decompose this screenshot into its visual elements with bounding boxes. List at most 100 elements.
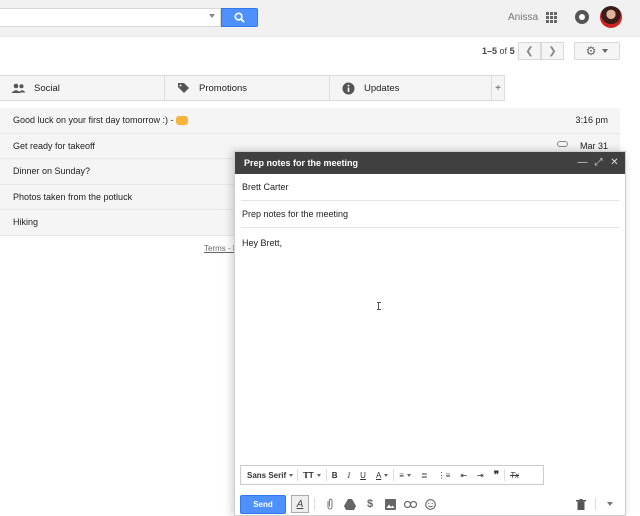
numbered-list-button[interactable]: ≣ — [416, 466, 433, 484]
text-color-icon: A — [375, 470, 382, 480]
emoji-icon[interactable] — [420, 494, 440, 514]
more-options-button[interactable] — [600, 494, 620, 514]
indent-less-icon: ⇤ — [460, 470, 468, 480]
chevron-right-icon: ❯ — [548, 45, 557, 57]
avatar[interactable] — [600, 6, 622, 28]
bulleted-list-icon: ⋮≡ — [437, 470, 451, 480]
email-subject: Dinner on Sunday? — [13, 166, 91, 177]
search-input[interactable] — [0, 8, 221, 27]
underline-button[interactable]: U — [355, 466, 371, 484]
account-name[interactable]: Anissa — [508, 12, 538, 23]
quote-icon: ❞ — [493, 469, 500, 481]
email-time: Mar 31 — [579, 140, 608, 151]
top-header: Anissa — [0, 0, 640, 37]
italic-icon: I — [347, 470, 351, 480]
add-icon: + — [495, 82, 501, 94]
align-left-icon: ≡ — [399, 470, 404, 480]
newer-button[interactable]: ❮ — [518, 42, 541, 60]
bold-button[interactable]: B — [327, 466, 343, 484]
bold-icon: B — [331, 470, 338, 480]
indent-less-button[interactable]: ⇤ — [455, 466, 472, 484]
subject-value: Prep notes for the meeting — [242, 209, 349, 219]
pager-total: 5 — [509, 46, 515, 56]
category-tabs: Social Promotions Updates + — [0, 75, 505, 101]
divider — [595, 498, 596, 510]
email-row[interactable]: Good luck on your first day tomorrow :) … — [0, 108, 620, 134]
tab-promotions[interactable]: Promotions — [165, 76, 330, 100]
font-family-value: Sans Serif — [247, 470, 287, 480]
gmail-window: Anissa 1–5 of 5 ❮ ❯ ⚙ Social Promotions … — [0, 0, 640, 516]
font-family-select[interactable]: Sans Serif — [241, 466, 297, 484]
older-button[interactable]: ❯ — [541, 42, 564, 60]
drive-icon[interactable] — [340, 494, 360, 514]
chevron-left-icon: ❮ — [525, 45, 534, 57]
recipient-chip[interactable]: Brett Carter — [242, 182, 289, 192]
formatting-options-icon[interactable]: A — [291, 495, 309, 513]
text-color-button[interactable]: A — [371, 466, 393, 484]
remove-formatting-button[interactable]: Tx — [505, 466, 524, 484]
settings-button[interactable]: ⚙ — [574, 42, 620, 60]
minimize-icon[interactable]: — — [577, 157, 588, 168]
numbered-list-icon: ≣ — [420, 470, 428, 480]
search-icon — [234, 12, 245, 23]
divider — [314, 498, 315, 510]
search-options-icon[interactable] — [209, 14, 215, 18]
indent-more-button[interactable]: ⇥ — [472, 466, 489, 484]
chevron-down-icon — [289, 473, 294, 477]
tab-label: Promotions — [199, 82, 248, 94]
tab-social[interactable]: Social — [0, 76, 165, 100]
compose-window: Prep notes for the meeting — ⤢ ✕ Brett C… — [234, 151, 626, 516]
email-subject: Good luck on your first day tomorrow :) … — [13, 115, 174, 126]
search-button[interactable] — [221, 8, 258, 27]
italic-button[interactable]: I — [342, 466, 355, 484]
to-field[interactable]: Brett Carter — [241, 174, 619, 201]
email-time: 3:16 pm — [575, 115, 608, 126]
message-body[interactable]: Hey Brett, — [242, 238, 282, 248]
tab-label: Social — [34, 82, 60, 94]
subject-field[interactable]: Prep notes for the meeting — [241, 201, 619, 228]
chevron-down-icon — [602, 49, 609, 53]
bulleted-list-button[interactable]: ⋮≡ — [433, 466, 456, 484]
add-tab-button[interactable]: + — [492, 76, 505, 100]
expand-icon[interactable]: ⤢ — [593, 157, 604, 168]
chevron-down-icon — [384, 473, 389, 477]
quote-button[interactable]: ❞ — [489, 466, 504, 484]
photo-icon[interactable] — [380, 494, 400, 514]
attach-icon[interactable] — [320, 494, 340, 514]
indent-more-icon: ⇥ — [477, 470, 484, 480]
money-icon[interactable]: $ — [360, 494, 380, 514]
paperclip-icon — [557, 140, 568, 147]
emoji-icon — [175, 115, 188, 125]
compose-title: Prep notes for the meeting — [244, 158, 359, 168]
send-button[interactable]: Send — [240, 494, 286, 514]
people-icon — [10, 80, 26, 96]
tag-icon — [175, 80, 191, 96]
gear-icon: ⚙ — [585, 44, 597, 58]
clear-format-icon: Tx — [510, 470, 520, 480]
pager-of: of — [499, 46, 508, 56]
trash-icon[interactable] — [571, 494, 591, 514]
email-subject: Hiking — [13, 217, 39, 228]
pager-label: 1–5 of 5 — [482, 46, 515, 56]
compose-header[interactable]: Prep notes for the meeting — ⤢ ✕ — [235, 152, 625, 174]
compose-actions: Send A $ — [240, 494, 620, 514]
font-size-button[interactable]: 𝕋T — [298, 466, 326, 484]
text-cursor-icon — [376, 302, 381, 310]
close-icon[interactable]: ✕ — [609, 157, 620, 168]
underline-icon: U — [360, 470, 366, 480]
email-subject: Photos taken from the potluck — [13, 191, 133, 202]
align-button[interactable]: ≡ — [394, 466, 416, 484]
link-icon[interactable] — [400, 494, 420, 514]
tab-updates[interactable]: Updates — [330, 76, 492, 100]
tab-label: Updates — [364, 82, 400, 94]
apps-grid-icon[interactable] — [546, 12, 557, 23]
chevron-down-icon — [316, 473, 321, 477]
chevron-down-icon — [607, 502, 613, 506]
info-icon — [340, 80, 356, 96]
email-subject: Get ready for takeoff — [13, 140, 95, 151]
notifications-icon[interactable] — [575, 10, 589, 24]
formatting-toolbar: Sans Serif 𝕋T B I U A ≡ ≣ ⋮≡ ⇤ ⇥ ❞ Tx — [240, 465, 544, 485]
chevron-down-icon — [406, 473, 411, 477]
text-size-icon: 𝕋T — [303, 470, 314, 480]
pager-range: 1–5 — [482, 46, 498, 56]
